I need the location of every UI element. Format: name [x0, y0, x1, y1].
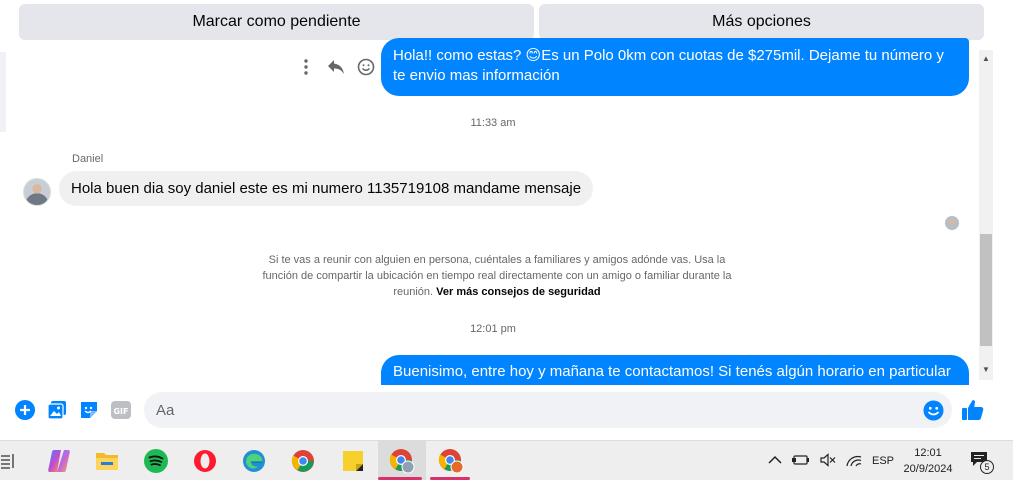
more-options-button[interactable]: Más opciones	[539, 4, 984, 40]
messenger-window: Marcar como pendiente Más opciones ▲ ▼ H…	[0, 0, 1013, 480]
sticky-notes-icon[interactable]	[339, 447, 367, 475]
chrome-profile-icon[interactable]	[437, 447, 465, 475]
message-actions	[296, 56, 376, 78]
reply-icon[interactable]	[326, 56, 346, 78]
chrome-icon[interactable]	[289, 447, 317, 475]
notification-badge: 5	[980, 460, 994, 474]
message-timestamp: 11:33 am	[470, 117, 516, 129]
task-view-icon[interactable]	[0, 447, 16, 475]
notification-icon: 5	[970, 450, 994, 474]
notifications-button[interactable]: 5	[970, 441, 994, 480]
safety-tips-link[interactable]: Ver más consejos de seguridad	[436, 286, 600, 298]
language-indicator[interactable]: ESP	[872, 455, 894, 467]
clock-date: 20/9/2024	[903, 463, 953, 475]
avatar[interactable]	[23, 178, 51, 206]
sticker-icon[interactable]	[78, 399, 99, 420]
message-timestamp: 12:01 pm	[470, 323, 516, 335]
composer-actions: GIF	[14, 399, 131, 420]
safety-notice: Si te vas a reunir con alguien en person…	[262, 252, 732, 300]
speaker-muted-icon[interactable]	[820, 452, 836, 470]
edge-icon[interactable]	[240, 447, 268, 475]
chrome-profile-icon[interactable]	[388, 447, 416, 475]
more-icon[interactable]	[296, 56, 316, 78]
wifi-icon[interactable]	[846, 453, 862, 470]
react-icon[interactable]	[356, 56, 376, 78]
spotify-icon[interactable]	[142, 447, 170, 475]
windows-taskbar: ESP 12:01 20/9/2024 5	[0, 440, 1013, 480]
chevron-up-icon[interactable]	[768, 455, 782, 468]
scroll-down-icon[interactable]: ▼	[979, 363, 993, 377]
outgoing-message[interactable]: Hola!! como estas? 😊Es un Polo 0km con c…	[381, 38, 969, 96]
plus-icon[interactable]	[14, 399, 35, 420]
battery-icon[interactable]	[792, 454, 810, 469]
incoming-message[interactable]: Hola buen dia soy daniel este es mi nume…	[59, 171, 594, 206]
svg-text:GIF: GIF	[113, 407, 128, 416]
emoji-icon[interactable]	[923, 400, 944, 421]
sender-name: Daniel	[72, 153, 104, 165]
outgoing-message[interactable]: Buenisimo, entre hoy y mañana te contact…	[381, 355, 969, 385]
thumbs-up-icon[interactable]	[961, 398, 985, 422]
clock-time: 12:01	[914, 447, 942, 459]
system-tray: ESP	[768, 441, 894, 480]
gif-icon[interactable]: GIF	[110, 399, 131, 420]
mark-pending-button[interactable]: Marcar como pendiente	[19, 4, 534, 40]
left-panel-edge	[0, 52, 6, 132]
copilot-icon[interactable]	[45, 447, 73, 475]
opera-icon[interactable]	[191, 447, 219, 475]
message-input[interactable]	[144, 392, 952, 428]
scroll-up-icon[interactable]: ▲	[979, 52, 993, 66]
photo-icon[interactable]	[46, 399, 67, 420]
file-explorer-icon[interactable]	[93, 447, 121, 475]
taskbar-clock[interactable]: 12:01 20/9/2024	[895, 445, 961, 477]
seen-avatar	[945, 216, 959, 230]
scroll-thumb[interactable]	[980, 234, 992, 346]
